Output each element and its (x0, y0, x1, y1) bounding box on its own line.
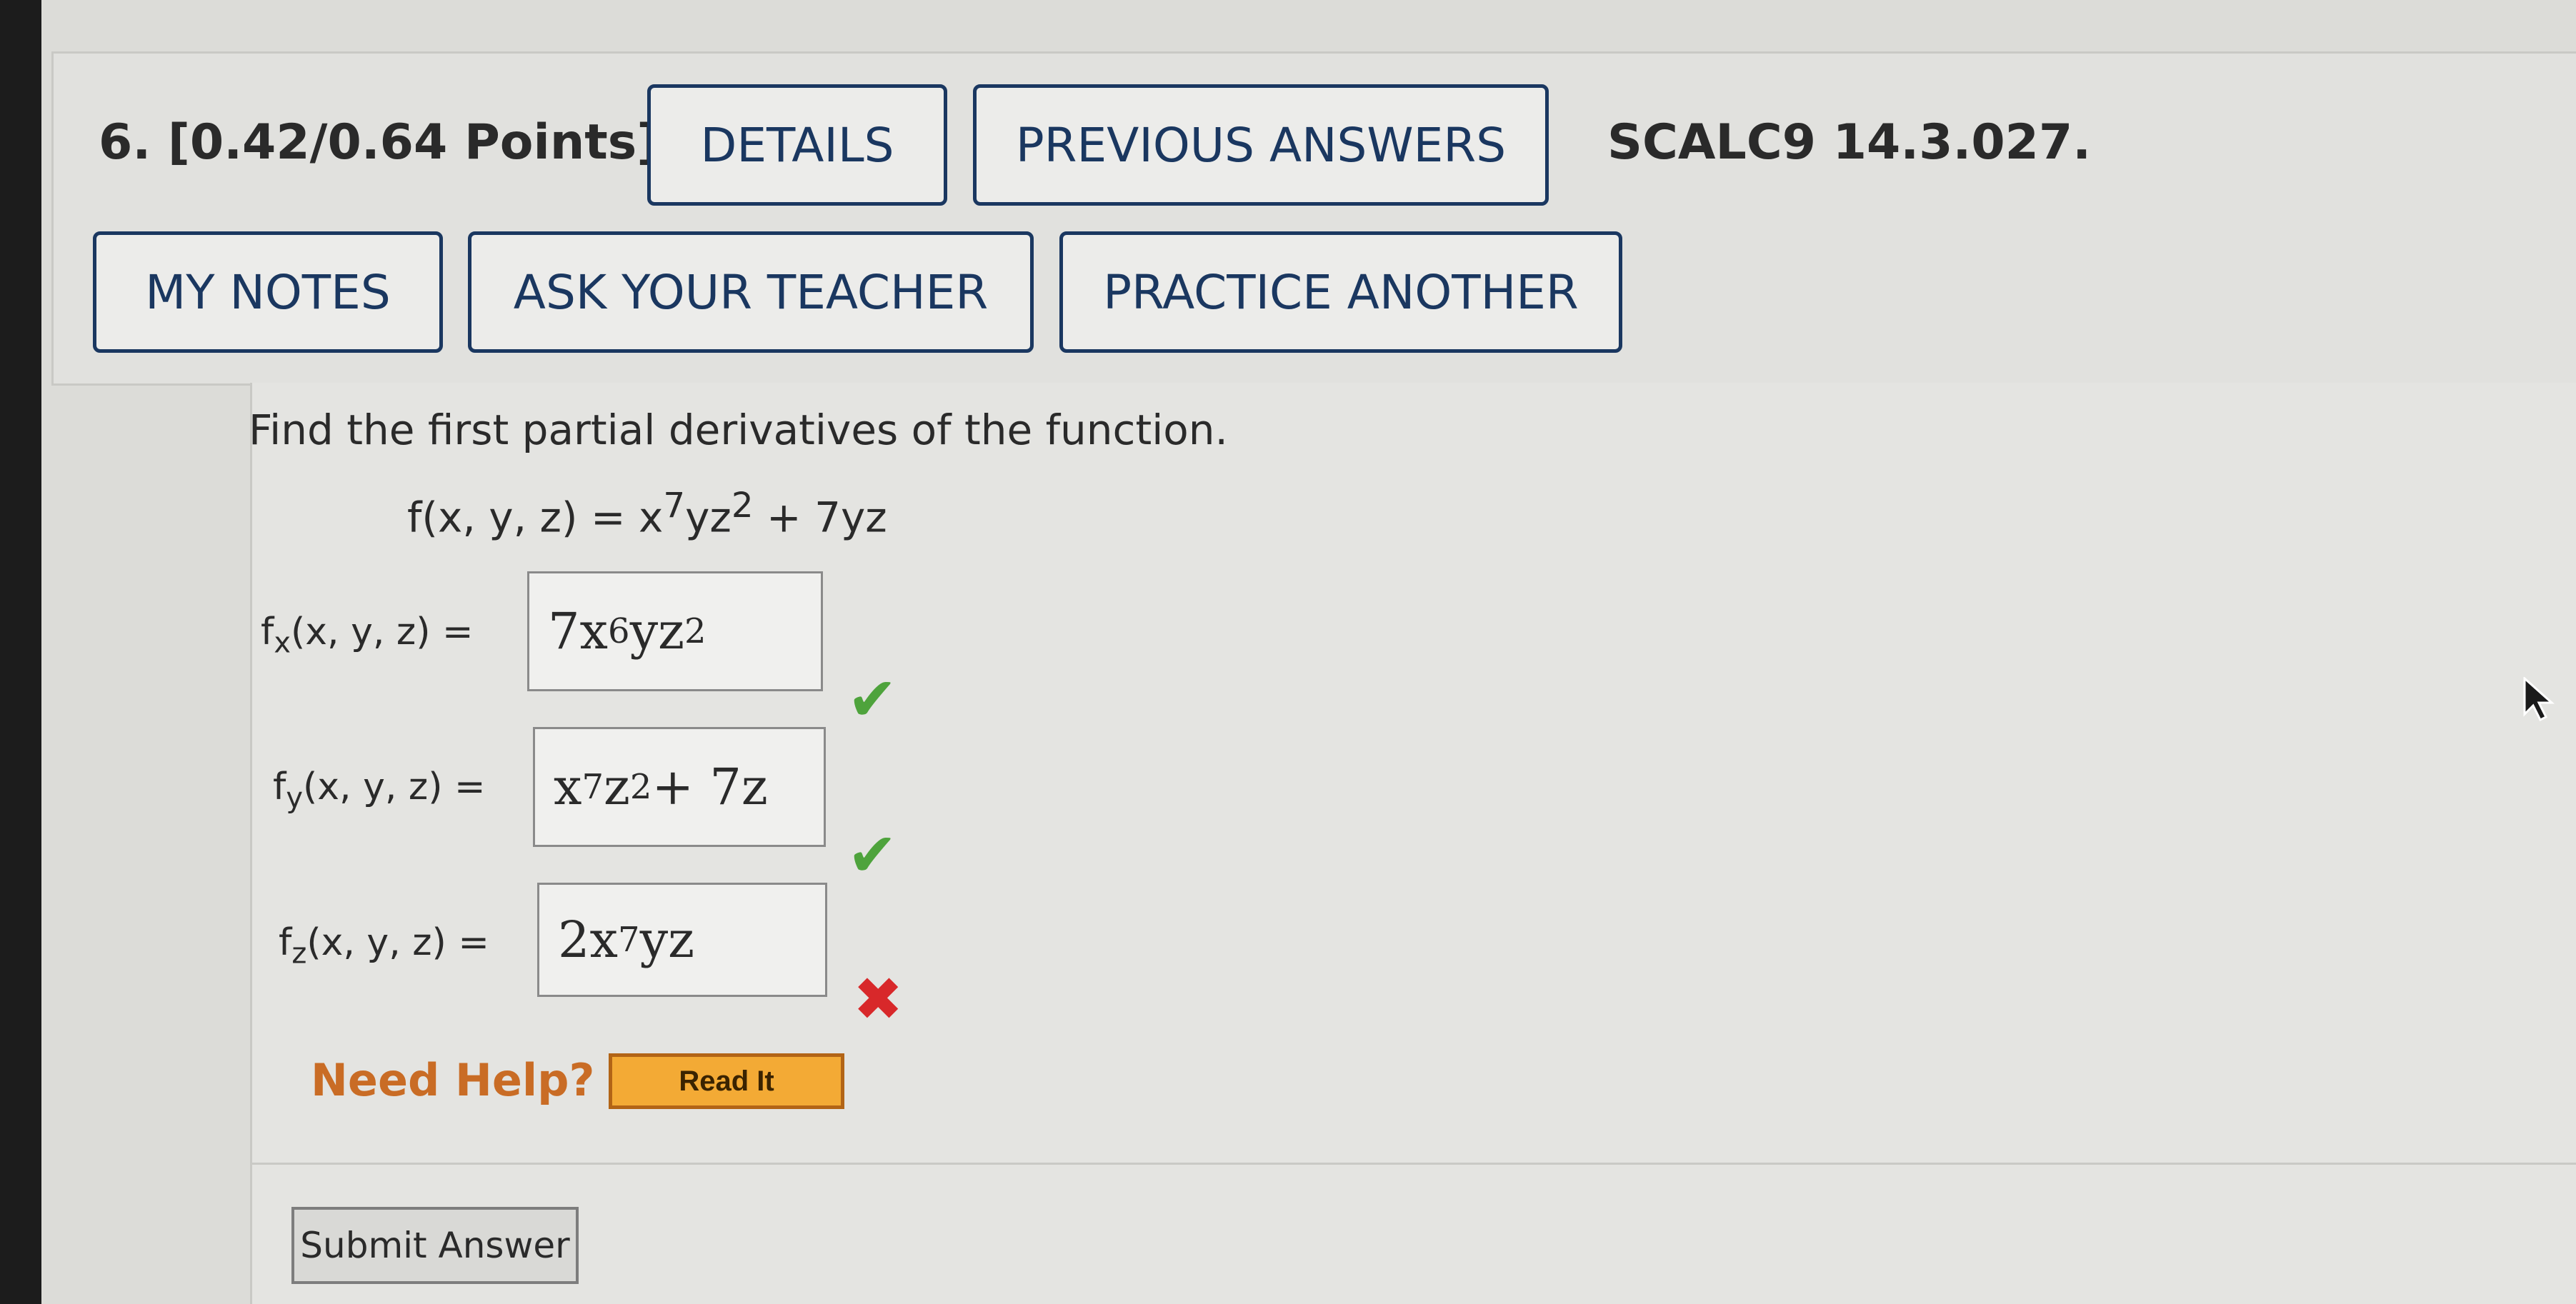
my-notes-button[interactable]: MY NOTES (93, 231, 443, 353)
problem-instruction: Find the first partial derivatives of th… (249, 406, 1228, 454)
fy-answer-field[interactable]: x7z2 + 7z (533, 727, 826, 847)
checkmark-icon: ✔ (847, 664, 898, 734)
fx-answer-field[interactable]: 7x 6 yz 2 (527, 571, 823, 691)
question-title: 6. [0.42/0.64 Points] (99, 114, 659, 171)
question-source: SCALC9 14.3.027. (1607, 114, 2092, 171)
divider (250, 1163, 2576, 1165)
mouse-pointer-icon (2523, 677, 2555, 721)
screen-bezel (0, 0, 41, 1304)
cross-icon: ✖ (853, 964, 904, 1034)
previous-answers-button[interactable]: PREVIOUS ANSWERS (973, 84, 1549, 206)
fz-answer-field[interactable]: 2x 7 yz (537, 883, 827, 997)
details-button[interactable]: DETAILS (647, 84, 947, 206)
function-definition: f(x, y, z) = x7yz2 + 7yz (407, 486, 887, 542)
practice-another-button[interactable]: PRACTICE ANOTHER (1059, 231, 1622, 353)
fx-label: fx(x, y, z) = (261, 611, 474, 660)
need-help-label: Need Help? (311, 1054, 595, 1106)
fz-label: fz(x, y, z) = (279, 921, 489, 971)
fy-label: fy(x, y, z) = (273, 766, 486, 815)
submit-answer-button[interactable]: Submit Answer (291, 1207, 579, 1284)
ask-your-teacher-button[interactable]: ASK YOUR TEACHER (468, 231, 1034, 353)
read-it-button[interactable]: Read It (609, 1053, 844, 1109)
checkmark-icon: ✔ (847, 820, 898, 890)
